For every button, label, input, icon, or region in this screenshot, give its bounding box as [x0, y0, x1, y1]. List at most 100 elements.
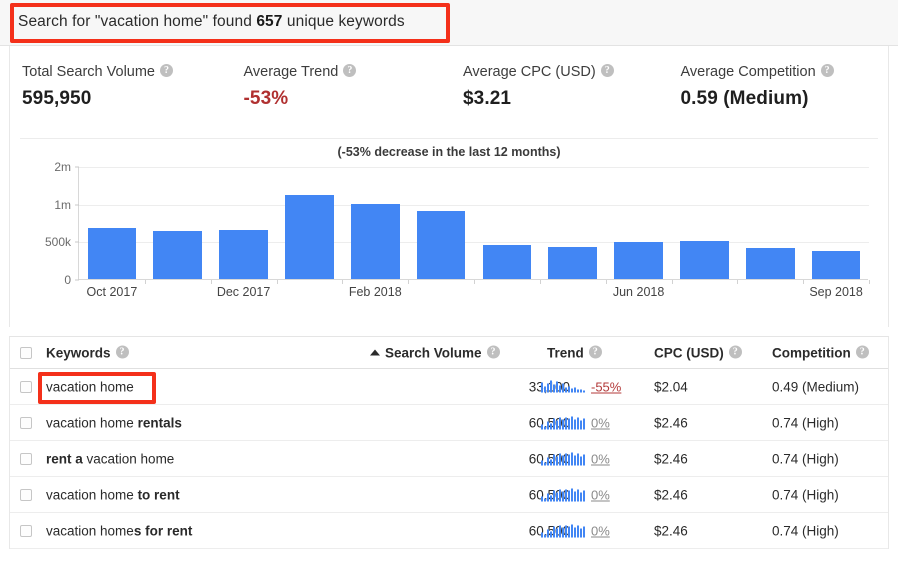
cell-competition: 0.74 (High) [772, 487, 839, 502]
cell-keyword: rent a vacation home [46, 451, 174, 466]
trend-sparkline-icon [541, 488, 586, 501]
summary-panel: Total Search Volume? 595,950 Average Trend… [9, 46, 889, 327]
stat-card-2: Average Trend? -53% [232, 46, 452, 130]
chart-gridline [79, 204, 869, 206]
help-icon[interactable]: ? [343, 64, 357, 78]
column-header-competition[interactable]: Competition? [772, 345, 869, 360]
chart-bar[interactable] [219, 229, 268, 279]
x-axis-tick-label: Jun 2018 [612, 285, 665, 299]
trend-percent[interactable]: -55% [591, 379, 621, 394]
help-icon[interactable]: ? [588, 345, 602, 359]
x-axis-tick-mark [408, 280, 410, 284]
chart-bar[interactable] [745, 248, 795, 279]
x-axis-tick-mark [210, 280, 212, 284]
chart-bar[interactable] [153, 231, 203, 279]
cell-competition: 0.74 (High) [772, 415, 839, 430]
keyword-plain-part: vacation home [46, 523, 134, 538]
cell-competition: 0.49 (Medium) [772, 379, 860, 394]
chart-bar[interactable] [680, 240, 729, 279]
column-header-keywords[interactable]: Keywords? [46, 345, 129, 360]
stat-card-1: Total Search Volume? 595,950 [10, 46, 232, 130]
row-checkbox[interactable] [20, 452, 32, 465]
x-axis-tick-mark [803, 280, 805, 284]
stat-value: -53% [243, 88, 289, 109]
x-axis-tick-mark [737, 280, 739, 284]
x-axis-tick-label: Sep 2018 [809, 285, 863, 299]
chart-bar[interactable] [285, 195, 334, 279]
column-header-trend[interactable]: Trend? [547, 345, 602, 360]
table-row[interactable]: rent a vacation home60,5000%$2.460.74 (H… [10, 441, 888, 477]
table-row[interactable]: vacation home to rent60,5000%$2.460.74 (… [10, 477, 888, 513]
chart-plot-area: 0 500k 1m 2m Oct 2017 Dec 2017 Feb 2018 Jun 201… [45, 160, 870, 299]
help-icon[interactable]: ? [600, 64, 614, 78]
chart-bar[interactable] [548, 246, 598, 279]
keyword-plain-part: vacation home [46, 415, 138, 430]
y-axis-tick-label: 500k [44, 235, 71, 250]
stat-card-3: Average CPC (USD)? $3.21 [451, 46, 669, 130]
summary-stats: Total Search Volume? 595,950 Average Trend… [10, 46, 888, 130]
trend-percent[interactable]: 0% [591, 415, 610, 430]
table-body: vacation home33,100-55%$2.040.49 (Medium… [10, 369, 888, 549]
row-checkbox[interactable] [20, 524, 32, 537]
keyword-bold-part: rent a [46, 451, 83, 466]
keyword-bold-part: s for rent [133, 523, 193, 538]
help-icon[interactable]: ? [486, 345, 500, 359]
results-header-bar: Search for "vacation home" found 657 uni… [0, 0, 898, 46]
stat-label-text: Average CPC (USD) [463, 63, 596, 80]
help-icon[interactable]: ? [728, 345, 742, 359]
chart-bar[interactable] [811, 251, 861, 279]
stat-value: 0.59 (Medium) [680, 88, 809, 109]
cell-trend: -55% [541, 379, 621, 394]
row-checkbox[interactable] [20, 488, 32, 501]
table-header-row: Keywords? Search Volume? Trend? CPC (USD… [10, 337, 888, 369]
search-volume-chart: (-53% decrease in the last 12 months) 0 5… [20, 138, 878, 320]
keyword-bold-part: to rent [137, 487, 180, 502]
select-all-checkbox[interactable] [20, 346, 32, 359]
trend-percent[interactable]: 0% [591, 451, 610, 466]
cell-competition: 0.74 (High) [772, 523, 839, 538]
chart-bar[interactable] [614, 242, 663, 279]
help-icon[interactable]: ? [160, 64, 173, 78]
trend-sparkline-icon [541, 524, 586, 537]
y-axis-tick-mark [75, 241, 79, 243]
row-checkbox[interactable] [20, 416, 32, 429]
help-icon[interactable]: ? [115, 345, 129, 359]
x-axis-tick-label: Dec 2017 [216, 285, 271, 299]
sort-ascending-icon [370, 349, 380, 356]
chart-bar[interactable] [350, 203, 400, 279]
trend-percent[interactable]: 0% [591, 487, 610, 502]
x-axis-tick-mark [144, 280, 146, 284]
stat-label: Average Trend? [244, 63, 452, 81]
y-axis-tick-label: 2m [54, 160, 71, 174]
keyword-bold-part: rentals [137, 415, 182, 430]
cell-keyword: vacation homes for rent [46, 523, 192, 538]
stat-label: Average CPC (USD)? [463, 63, 669, 81]
trend-sparkline-icon [541, 416, 586, 429]
stat-label-text: Average Trend [243, 63, 339, 80]
keywords-table: Keywords? Search Volume? Trend? CPC (USD… [9, 336, 889, 549]
table-row[interactable]: vacation home33,100-55%$2.040.49 (Medium… [10, 369, 888, 405]
cell-keyword: vacation home to rent [46, 487, 180, 502]
column-header-search-volume[interactable]: Search Volume? [370, 345, 570, 360]
chart-bar[interactable] [87, 228, 137, 279]
row-checkbox[interactable] [20, 380, 32, 393]
y-axis-tick-label: 0 [64, 273, 71, 287]
column-header-cpc[interactable]: CPC (USD)? [654, 345, 742, 360]
stat-value: 595,950 [22, 88, 92, 109]
stat-label: Average Competition? [681, 63, 889, 81]
cell-cpc: $2.46 [654, 415, 688, 430]
chart-bar[interactable] [416, 210, 466, 279]
trend-percent[interactable]: 0% [591, 523, 610, 538]
table-row[interactable]: vacation homes for rent60,5000%$2.460.74… [10, 513, 888, 549]
cell-cpc: $2.46 [654, 487, 688, 502]
table-row[interactable]: vacation home rentals60,5000%$2.460.74 (… [10, 405, 888, 441]
trend-sparkline-icon [541, 380, 586, 393]
help-icon[interactable]: ? [855, 345, 869, 359]
stat-label: Total Search Volume? [22, 63, 232, 81]
help-icon[interactable]: ? [820, 64, 834, 78]
keyword-plain-part: vacation home [82, 451, 175, 466]
x-axis-tick-mark [276, 280, 278, 284]
y-axis-tick-mark [75, 166, 79, 168]
chart-bar[interactable] [482, 245, 532, 279]
stat-label-text: Total Search Volume [22, 63, 155, 80]
